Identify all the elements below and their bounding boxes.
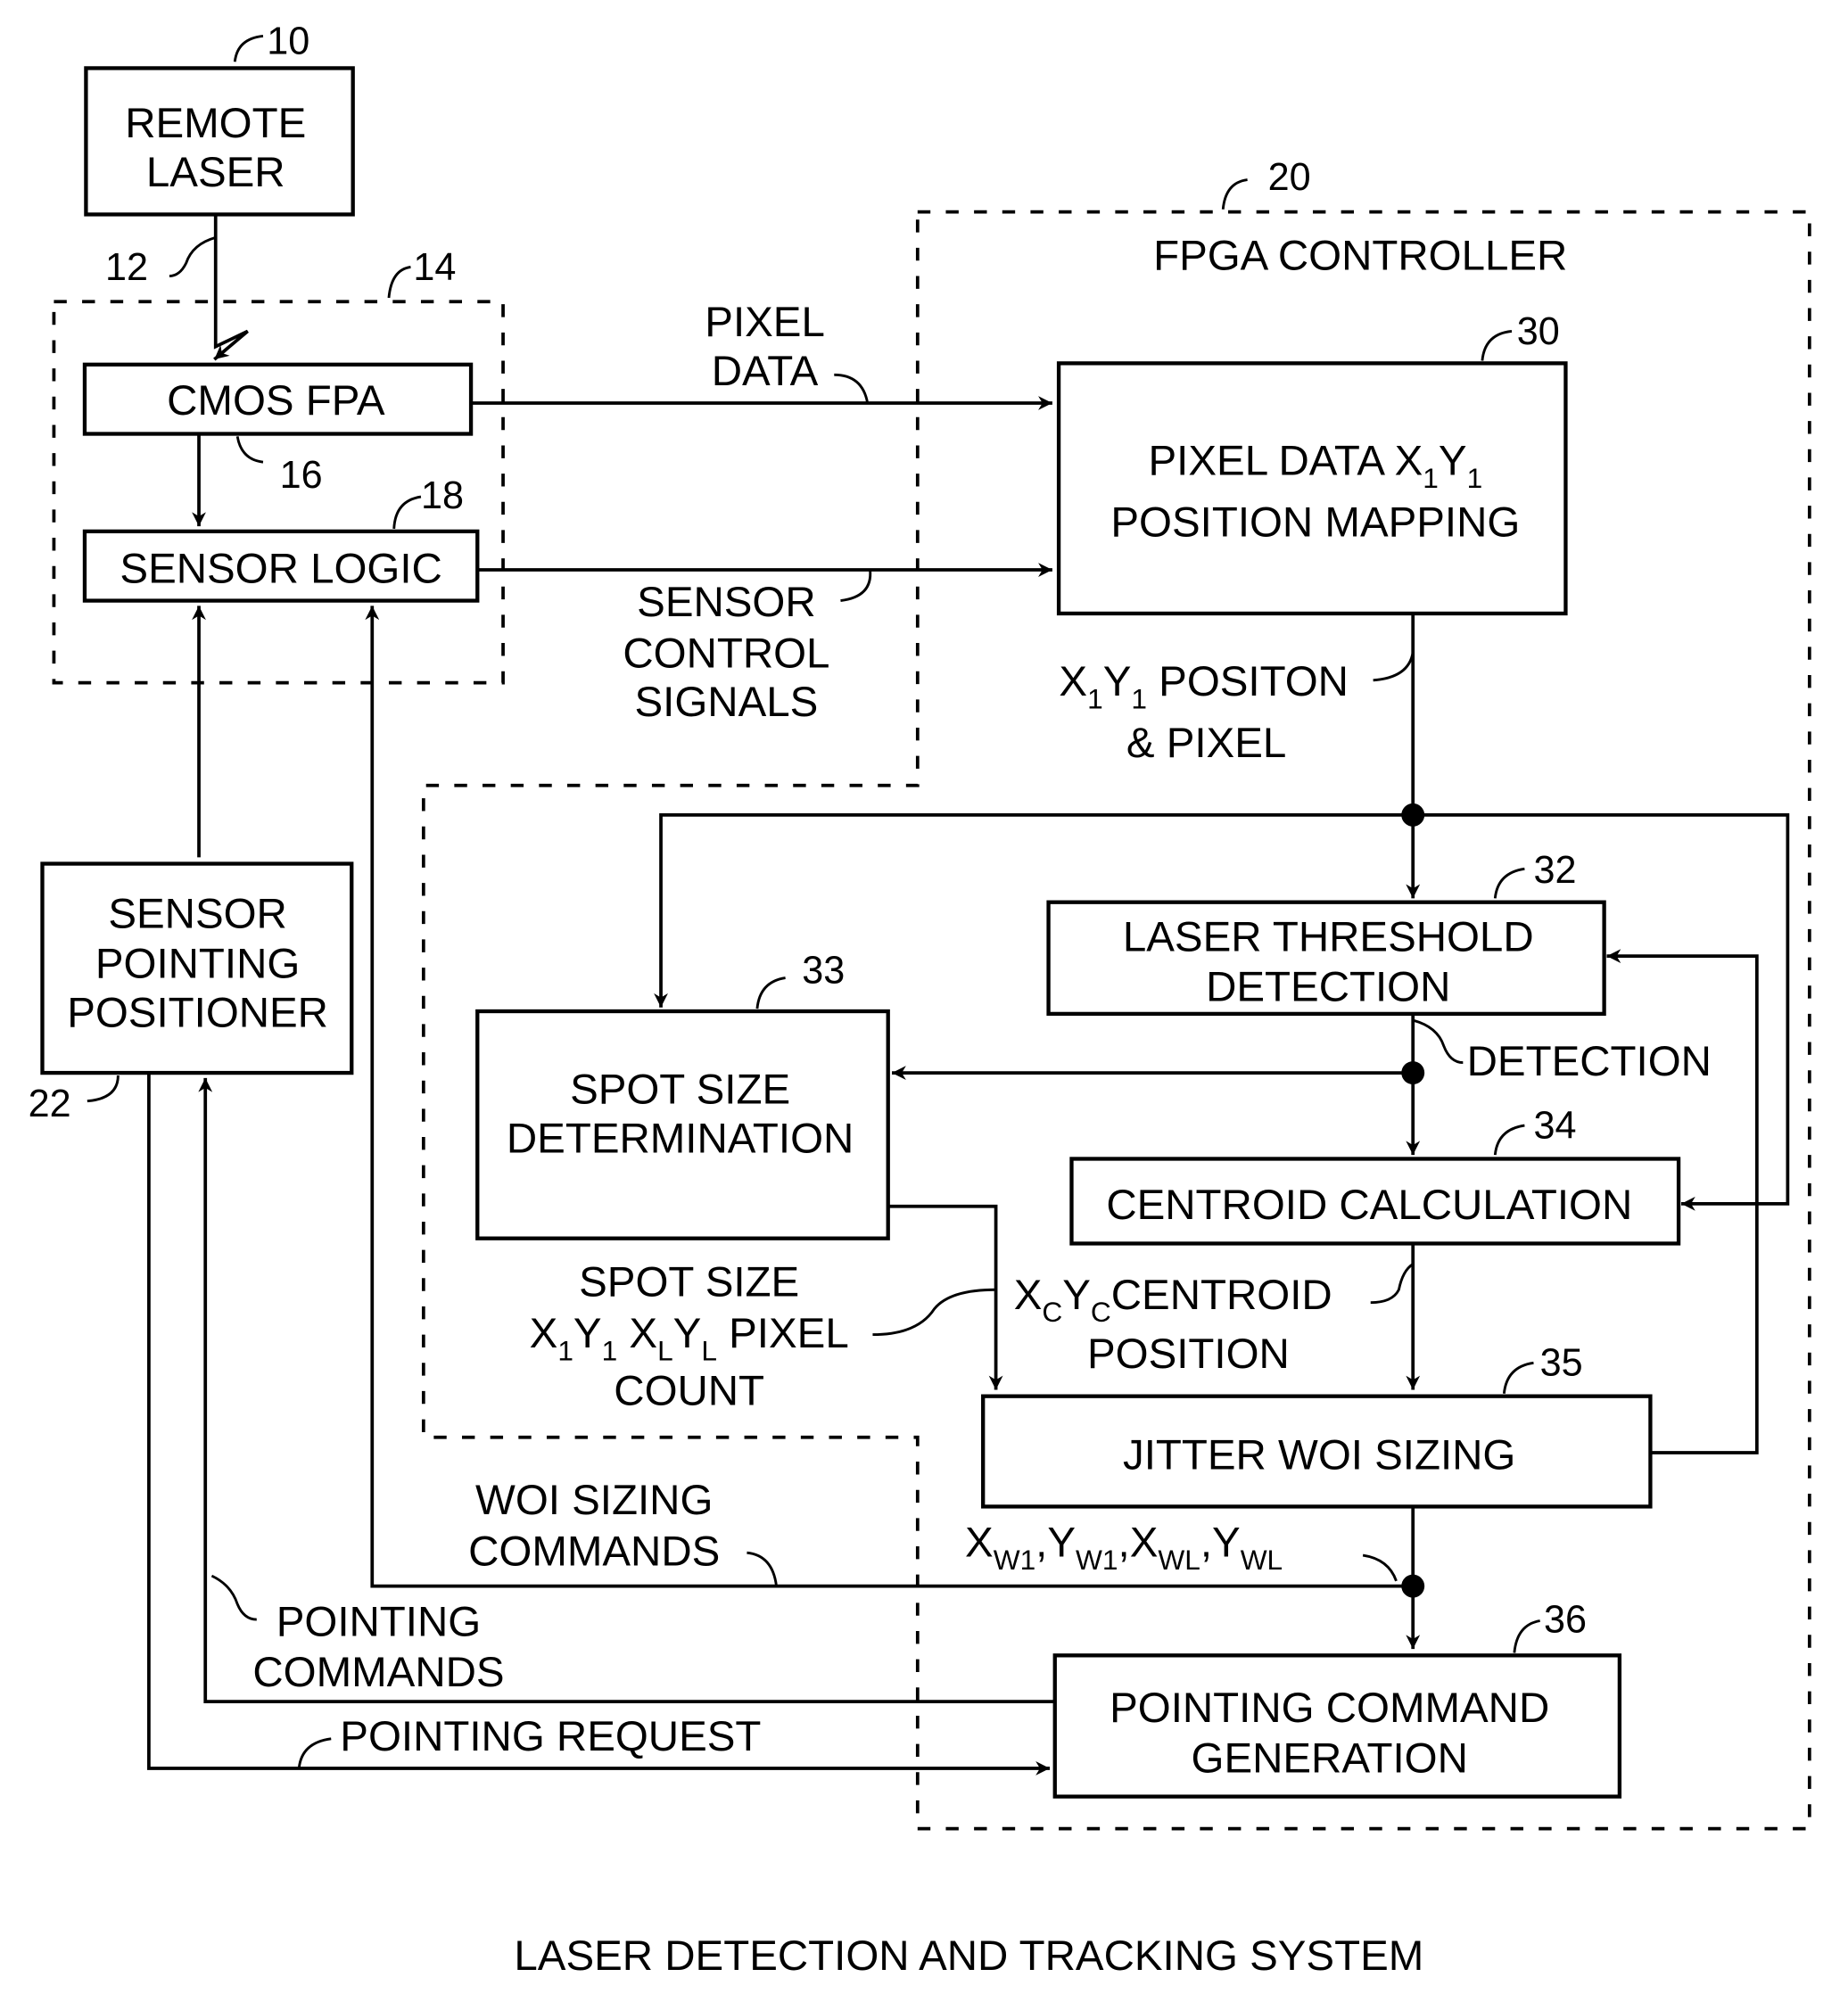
pointing-command-label-1: POINTING COMMAND [1110,1685,1549,1732]
sensor-logic-label: SENSOR LOGIC [120,545,441,592]
cmos-fpa-label: CMOS FPA [167,377,385,424]
spot-size-out-label-2: X1Y1 XLYL PIXEL [530,1310,849,1366]
sensor-control-label-3: SIGNALS [635,679,819,726]
spp-label-1: SENSOR [108,890,286,937]
centroid-out-label-2: POSITION [1087,1331,1290,1378]
centroid-block[interactable]: CENTROID CALCULATION [1069,1157,1681,1246]
jitter-woi-block[interactable]: JITTER WOI SIZING [981,1394,1653,1509]
detection-label: DETECTION [1467,1038,1712,1085]
ref-32: 32 [1533,849,1576,892]
ref-30: 30 [1517,310,1560,353]
pointing-command-label-2: GENERATION [1192,1734,1468,1782]
laser-threshold-label-1: LASER THRESHOLD [1123,913,1534,960]
ref-35: 35 [1540,1342,1583,1385]
ref-10: 10 [267,21,309,63]
woi-out-label: XW1,YW1,XWL,YWL [965,1520,1283,1576]
ref-22: 22 [29,1083,71,1125]
pointing-command-block[interactable]: POINTING COMMAND GENERATION [1052,1653,1622,1799]
block-diagram: REMOTE LASER 10 12 14 CMOS FPA 16 SENSOR… [29,21,1811,1980]
remote-laser-label-2: LASER [146,149,285,196]
spot-size-out-label-1: SPOT SIZE [579,1258,799,1306]
spot-size-block[interactable]: SPOT SIZE DETERMINATION [475,1009,890,1240]
fpga-controller-label: FPGA CONTROLLER [1153,232,1567,279]
pointing-commands-label-1: POINTING [276,1599,481,1646]
spot-size-out-label-3: COUNT [614,1368,764,1415]
pointing-commands-label-2: COMMANDS [252,1649,504,1696]
ref-33: 33 [802,949,845,992]
diagram-title: LASER DETECTION AND TRACKING SYSTEM [514,1932,1423,1980]
cmos-fpa-block[interactable]: CMOS FPA [82,362,474,436]
remote-laser-label-1: REMOTE [125,100,306,147]
centroid-out-label: XCYCCENTROID [1014,1272,1332,1328]
ref-34: 34 [1533,1104,1576,1147]
spot-size-label-1: SPOT SIZE [570,1067,790,1114]
pixel-data-label-1: PIXEL [705,299,825,346]
remote-laser-block[interactable]: REMOTE LASER [84,66,355,217]
xy-position-label-2: & PIXEL [1126,720,1286,767]
ref-36: 36 [1544,1598,1587,1641]
ref-16: 16 [280,454,323,497]
laser-beam-arrow [213,214,249,361]
pointing-request-label: POINTING REQUEST [340,1713,761,1760]
pixel-data-label-2: DATA [712,348,819,395]
woi-sizing-label-2: COMMANDS [468,1528,720,1576]
ref-18: 18 [421,474,464,517]
laser-threshold-block[interactable]: LASER THRESHOLD DETECTION [1046,900,1606,1017]
jitter-woi-label: JITTER WOI SIZING [1123,1432,1515,1479]
xy-position-label: X1Y1 POSITON [1059,658,1349,714]
centroid-label: CENTROID CALCULATION [1106,1182,1632,1229]
spot-size-label-2: DETERMINATION [507,1115,854,1162]
sensor-control-label-2: CONTROL [623,630,829,677]
position-mapping-label-2: POSITION MAPPING [1110,499,1520,547]
ref-20: 20 [1268,156,1311,199]
position-mapping-block[interactable]: PIXEL DATA X1Y1 POSITION MAPPING [1056,361,1568,616]
sensor-control-label-1: SENSOR [637,579,815,626]
spot-size-to-jitter-arrow [887,1204,1003,1390]
spp-label-2: POINTING [95,941,300,988]
woi-sizing-label-1: WOI SIZING [475,1477,713,1524]
ref-14: 14 [413,246,456,289]
laser-threshold-label-2: DETECTION [1206,964,1450,1011]
spp-label-3: POSITIONER [67,989,328,1036]
sensor-pointing-positioner-block[interactable]: SENSOR POINTING POSITIONER [40,861,354,1075]
ref-12: 12 [105,246,148,289]
sensor-logic-block[interactable]: SENSOR LOGIC [82,529,480,603]
